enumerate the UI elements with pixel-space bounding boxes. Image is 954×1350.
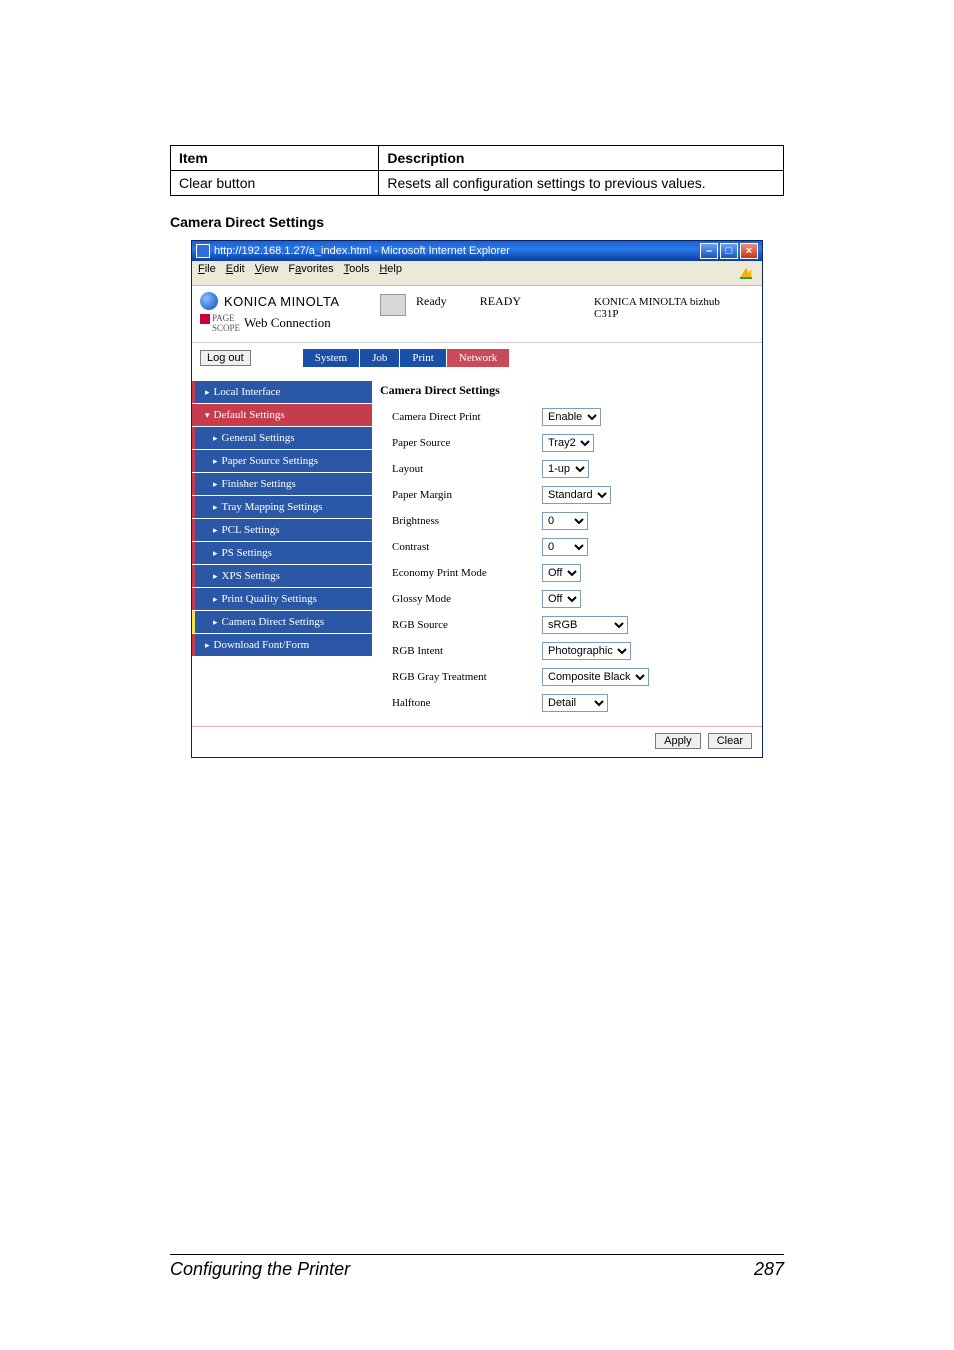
window-titlebar: http://192.168.1.27/a_index.html - Micro… [192, 241, 762, 261]
status-ready-small: Ready [416, 294, 447, 308]
cell-item: Clear button [171, 171, 379, 196]
label-economy: Economy Print Mode [392, 567, 542, 579]
close-button[interactable]: × [740, 243, 758, 259]
select-paper-margin[interactable]: Standard [542, 486, 611, 504]
col-description: Description [379, 146, 784, 171]
tab-job[interactable]: Job [360, 349, 399, 367]
menu-tools[interactable]: Tools [344, 263, 370, 283]
menu-view[interactable]: View [255, 263, 279, 283]
label-camera-direct-print: Camera Direct Print [392, 411, 542, 423]
menu-help[interactable]: Help [379, 263, 402, 283]
select-glossy[interactable]: Off [542, 590, 581, 608]
label-rgb-gray: RGB Gray Treatment [392, 671, 542, 683]
sidebar-item-tray-mapping[interactable]: ▸Tray Mapping Settings [192, 496, 372, 518]
select-rgb-gray[interactable]: Composite Black [542, 668, 649, 686]
sidebar-item-default-settings[interactable]: ▾Default Settings [192, 404, 372, 426]
select-brightness[interactable]: 0 [542, 512, 588, 530]
tab-network[interactable]: Network [447, 349, 510, 367]
label-contrast: Contrast [392, 541, 542, 553]
content-area: Camera Direct Settings Camera Direct Pri… [372, 375, 762, 722]
label-layout: Layout [392, 463, 542, 475]
menu-favorites[interactable]: Favorites [288, 263, 333, 283]
sidebar-item-paper-source[interactable]: ▸Paper Source Settings [192, 450, 372, 472]
window-title: http://192.168.1.27/a_index.html - Micro… [214, 245, 510, 257]
page-footer: Configuring the Printer 287 [170, 1254, 784, 1280]
sidebar-item-general[interactable]: ▸General Settings [192, 427, 372, 449]
apply-button[interactable]: Apply [655, 733, 701, 749]
minimize-button[interactable]: – [700, 243, 718, 259]
logout-button[interactable]: Log out [200, 350, 251, 366]
brand-logo-icon [200, 292, 218, 310]
sidebar: ▸Local Interface ▾Default Settings ▸Gene… [192, 375, 372, 722]
sidebar-item-pcl[interactable]: ▸PCL Settings [192, 519, 372, 541]
table-row: Clear button Resets all configuration se… [171, 171, 784, 196]
pagescope-logo: PAGE SCOPE [200, 314, 240, 332]
web-connection-label: Web Connection [244, 315, 331, 331]
section-heading: Camera Direct Settings [170, 214, 784, 230]
label-halftone: Halftone [392, 697, 542, 709]
select-contrast[interactable]: 0 [542, 538, 588, 556]
sidebar-item-xps[interactable]: ▸XPS Settings [192, 565, 372, 587]
maximize-button[interactable]: □ [720, 243, 738, 259]
label-rgb-intent: RGB Intent [392, 645, 542, 657]
select-halftone[interactable]: Detail [542, 694, 608, 712]
sidebar-item-camera-direct[interactable]: ▸Camera Direct Settings [192, 611, 372, 633]
clear-button[interactable]: Clear [708, 733, 752, 749]
menu-bar: File Edit View Favorites Tools Help [192, 261, 762, 286]
content-title: Camera Direct Settings [380, 383, 754, 398]
brand-name: KONICA MINOLTA [224, 294, 340, 309]
sidebar-item-print-quality[interactable]: ▸Print Quality Settings [192, 588, 372, 610]
ie-icon [196, 244, 210, 258]
sidebar-item-finisher[interactable]: ▸Finisher Settings [192, 473, 372, 495]
ie-throbber-icon [736, 263, 756, 283]
sidebar-item-local-interface[interactable]: ▸Local Interface [192, 381, 372, 403]
label-paper-margin: Paper Margin [392, 489, 542, 501]
status-ready-big: READY [480, 294, 521, 308]
browser-window: http://192.168.1.27/a_index.html - Micro… [191, 240, 763, 758]
footer-title: Configuring the Printer [170, 1259, 350, 1280]
label-glossy: Glossy Mode [392, 593, 542, 605]
menu-file[interactable]: File [198, 263, 216, 283]
select-rgb-source[interactable]: sRGB [542, 616, 628, 634]
menu-edit[interactable]: Edit [226, 263, 245, 283]
cell-desc: Resets all configuration settings to pre… [379, 171, 784, 196]
select-paper-source[interactable]: Tray2 [542, 434, 594, 452]
footer-page-number: 287 [754, 1259, 784, 1280]
app-header: KONICA MINOLTA PAGE SCOPE Web Connection… [192, 286, 762, 343]
label-paper-source: Paper Source [392, 437, 542, 449]
label-rgb-source: RGB Source [392, 619, 542, 631]
select-camera-direct-print[interactable]: Enable [542, 408, 601, 426]
sidebar-item-download-font[interactable]: ▸Download Font/Form [192, 634, 372, 656]
select-layout[interactable]: 1-up [542, 460, 589, 478]
col-item: Item [171, 146, 379, 171]
description-table: Item Description Clear button Resets all… [170, 145, 784, 196]
tab-print[interactable]: Print [400, 349, 445, 367]
sidebar-item-ps[interactable]: ▸PS Settings [192, 542, 372, 564]
label-brightness: Brightness [392, 515, 542, 527]
model-line1: KONICA MINOLTA bizhub [594, 296, 754, 308]
tab-system[interactable]: System [303, 349, 359, 367]
select-economy[interactable]: Off [542, 564, 581, 582]
model-line2: C31P [594, 308, 754, 320]
printer-icon [380, 294, 406, 316]
select-rgb-intent[interactable]: Photographic [542, 642, 631, 660]
